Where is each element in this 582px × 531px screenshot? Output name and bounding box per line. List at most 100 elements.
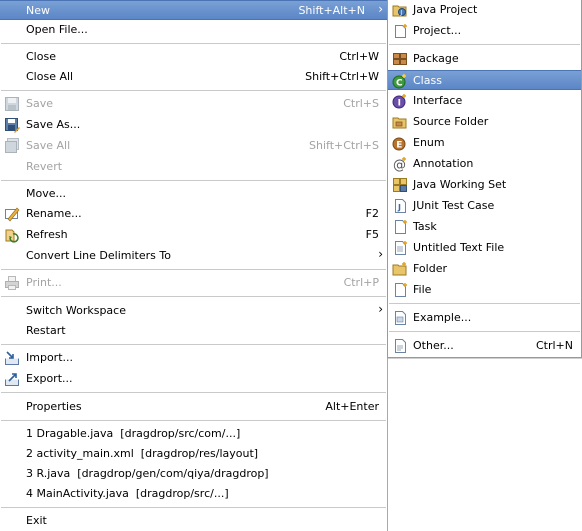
menu-item-convert-line-delimiters[interactable]: Convert Line Delimiters To › — [0, 246, 387, 266]
menu-item-shortcut: Shift+Alt+N — [298, 4, 365, 17]
menu-item-label: Restart — [26, 324, 66, 337]
menu-item-label: File — [413, 283, 432, 296]
submenu-item-junit-test-case[interactable]: J JUnit Test Case — [388, 196, 581, 216]
menu-item-label: Java Project — [413, 3, 478, 16]
recent-file-item[interactable]: 1 Dragable.java [dragdrop/src/com/...] — [0, 424, 387, 444]
svg-text:E: E — [396, 141, 402, 151]
submenu-item-task[interactable]: Task — [388, 217, 581, 237]
submenu-item-enum[interactable]: E Enum — [388, 133, 581, 153]
file-menu: New Shift+Alt+N › Open File... Close Ctr… — [0, 0, 388, 531]
menu-item-label: Annotation — [413, 157, 474, 170]
menu-item-save-as[interactable]: Save As... — [0, 115, 387, 135]
menu-separator — [389, 303, 580, 304]
menu-item-label: Other... — [413, 339, 454, 352]
submenu-item-package[interactable]: Package — [388, 49, 581, 69]
menu-item-exit[interactable]: Exit — [0, 511, 387, 531]
menu-item-label: Folder — [413, 262, 447, 275]
task-icon — [392, 219, 408, 235]
submenu-item-java-project[interactable]: J Java Project — [388, 0, 581, 20]
submenu-item-file[interactable]: File — [388, 280, 581, 300]
menu-item-label: 1 Dragable.java [dragdrop/src/com/...] — [26, 427, 241, 440]
svg-text:C: C — [396, 79, 403, 89]
menu-item-shortcut: Shift+Ctrl+W — [305, 70, 379, 83]
menu-item-label: Move... — [26, 187, 66, 200]
menu-item-label: Save — [26, 97, 54, 110]
recent-file-item[interactable]: 3 R.java [dragdrop/gen/com/qiya/dragdrop… — [0, 464, 387, 484]
menu-item-restart[interactable]: Restart — [0, 321, 387, 341]
enum-icon: E — [392, 135, 408, 151]
submenu-item-class[interactable]: C Class — [388, 70, 581, 90]
menu-item-shortcut: Ctrl+W — [339, 50, 379, 63]
menu-item-close-all[interactable]: Close All Shift+Ctrl+W — [0, 67, 387, 87]
package-icon — [392, 51, 408, 67]
menu-item-label: Project... — [413, 24, 462, 37]
class-icon: C — [392, 73, 408, 89]
export-icon — [4, 371, 20, 387]
menu-item-label: Export... — [26, 372, 73, 385]
menu-item-new[interactable]: New Shift+Alt+N › — [0, 0, 387, 20]
submenu-arrow-icon: › — [378, 2, 383, 16]
working-set-icon — [392, 177, 408, 193]
menu-item-label: Revert — [26, 160, 63, 173]
menu-item-shortcut: Alt+Enter — [325, 400, 379, 413]
new-submenu: J Java Project Project... Package C Clas… — [387, 0, 582, 358]
junit-icon: J — [392, 198, 408, 214]
menu-item-label: Close — [26, 50, 56, 63]
recent-file-item[interactable]: 4 MainActivity.java [dragdrop/src/...] — [0, 484, 387, 504]
menu-item-label: 3 R.java [dragdrop/gen/com/qiya/dragdrop… — [26, 467, 269, 480]
menu-separator — [1, 392, 386, 393]
menu-item-label: Save All — [26, 139, 71, 152]
interface-icon: I — [392, 93, 408, 109]
menu-separator — [389, 331, 580, 332]
menu-item-switch-workspace[interactable]: Switch Workspace › — [0, 301, 387, 321]
folder-icon — [392, 261, 408, 277]
menu-item-label: Save As... — [26, 118, 81, 131]
save-all-icon — [4, 138, 20, 154]
submenu-item-java-working-set[interactable]: Java Working Set — [388, 175, 581, 195]
menu-item-label: Switch Workspace — [26, 304, 126, 317]
menu-item-save-all[interactable]: Save All Shift+Ctrl+S — [0, 136, 387, 156]
text-file-icon — [392, 240, 408, 256]
recent-file-item[interactable]: 2 activity_main.xml [dragdrop/res/layout… — [0, 444, 387, 464]
submenu-item-project[interactable]: Project... — [388, 21, 581, 41]
menu-item-shortcut: Ctrl+S — [343, 97, 379, 110]
menu-item-close[interactable]: Close Ctrl+W — [0, 47, 387, 67]
menu-item-save[interactable]: Save Ctrl+S — [0, 94, 387, 114]
submenu-item-other[interactable]: Other... Ctrl+N — [388, 336, 581, 356]
submenu-item-annotation[interactable]: @ Annotation — [388, 154, 581, 174]
menu-item-print[interactable]: Print... Ctrl+P — [0, 273, 387, 293]
menu-item-open-file[interactable]: Open File... — [0, 20, 387, 40]
menu-item-refresh[interactable]: Refresh F5 — [0, 225, 387, 245]
file-icon — [392, 282, 408, 298]
menu-item-export[interactable]: Export... — [0, 369, 387, 389]
menu-separator — [1, 269, 386, 270]
menu-item-label: Package — [413, 52, 459, 65]
save-icon — [4, 96, 20, 112]
submenu-item-example[interactable]: Example... — [388, 308, 581, 328]
menu-item-label: Example... — [413, 311, 472, 324]
menu-separator — [1, 507, 386, 508]
menu-item-move[interactable]: Move... — [0, 184, 387, 204]
save-as-icon — [4, 117, 20, 133]
menu-item-label: Java Working Set — [413, 178, 507, 191]
menu-separator — [1, 344, 386, 345]
menu-item-label: Enum — [413, 136, 445, 149]
menu-separator — [1, 420, 386, 421]
submenu-arrow-icon: › — [378, 302, 383, 316]
submenu-item-folder[interactable]: Folder — [388, 259, 581, 279]
menu-item-properties[interactable]: Properties Alt+Enter — [0, 397, 387, 417]
menu-item-import[interactable]: Import... — [0, 348, 387, 368]
submenu-item-interface[interactable]: I Interface — [388, 91, 581, 111]
menu-item-label: JUnit Test Case — [413, 199, 495, 212]
submenu-item-source-folder[interactable]: Source Folder — [388, 112, 581, 132]
menu-item-revert[interactable]: Revert — [0, 157, 387, 177]
import-icon — [4, 350, 20, 366]
submenu-arrow-icon: › — [378, 247, 383, 261]
submenu-item-untitled-text-file[interactable]: Untitled Text File — [388, 238, 581, 258]
menu-item-label: 4 MainActivity.java [dragdrop/src/...] — [26, 487, 229, 500]
menu-item-shortcut: F5 — [365, 228, 379, 241]
menu-item-label: Import... — [26, 351, 73, 364]
example-icon — [392, 310, 408, 326]
menu-item-rename[interactable]: Rename... F2 — [0, 204, 387, 224]
menu-item-label: Close All — [26, 70, 74, 83]
